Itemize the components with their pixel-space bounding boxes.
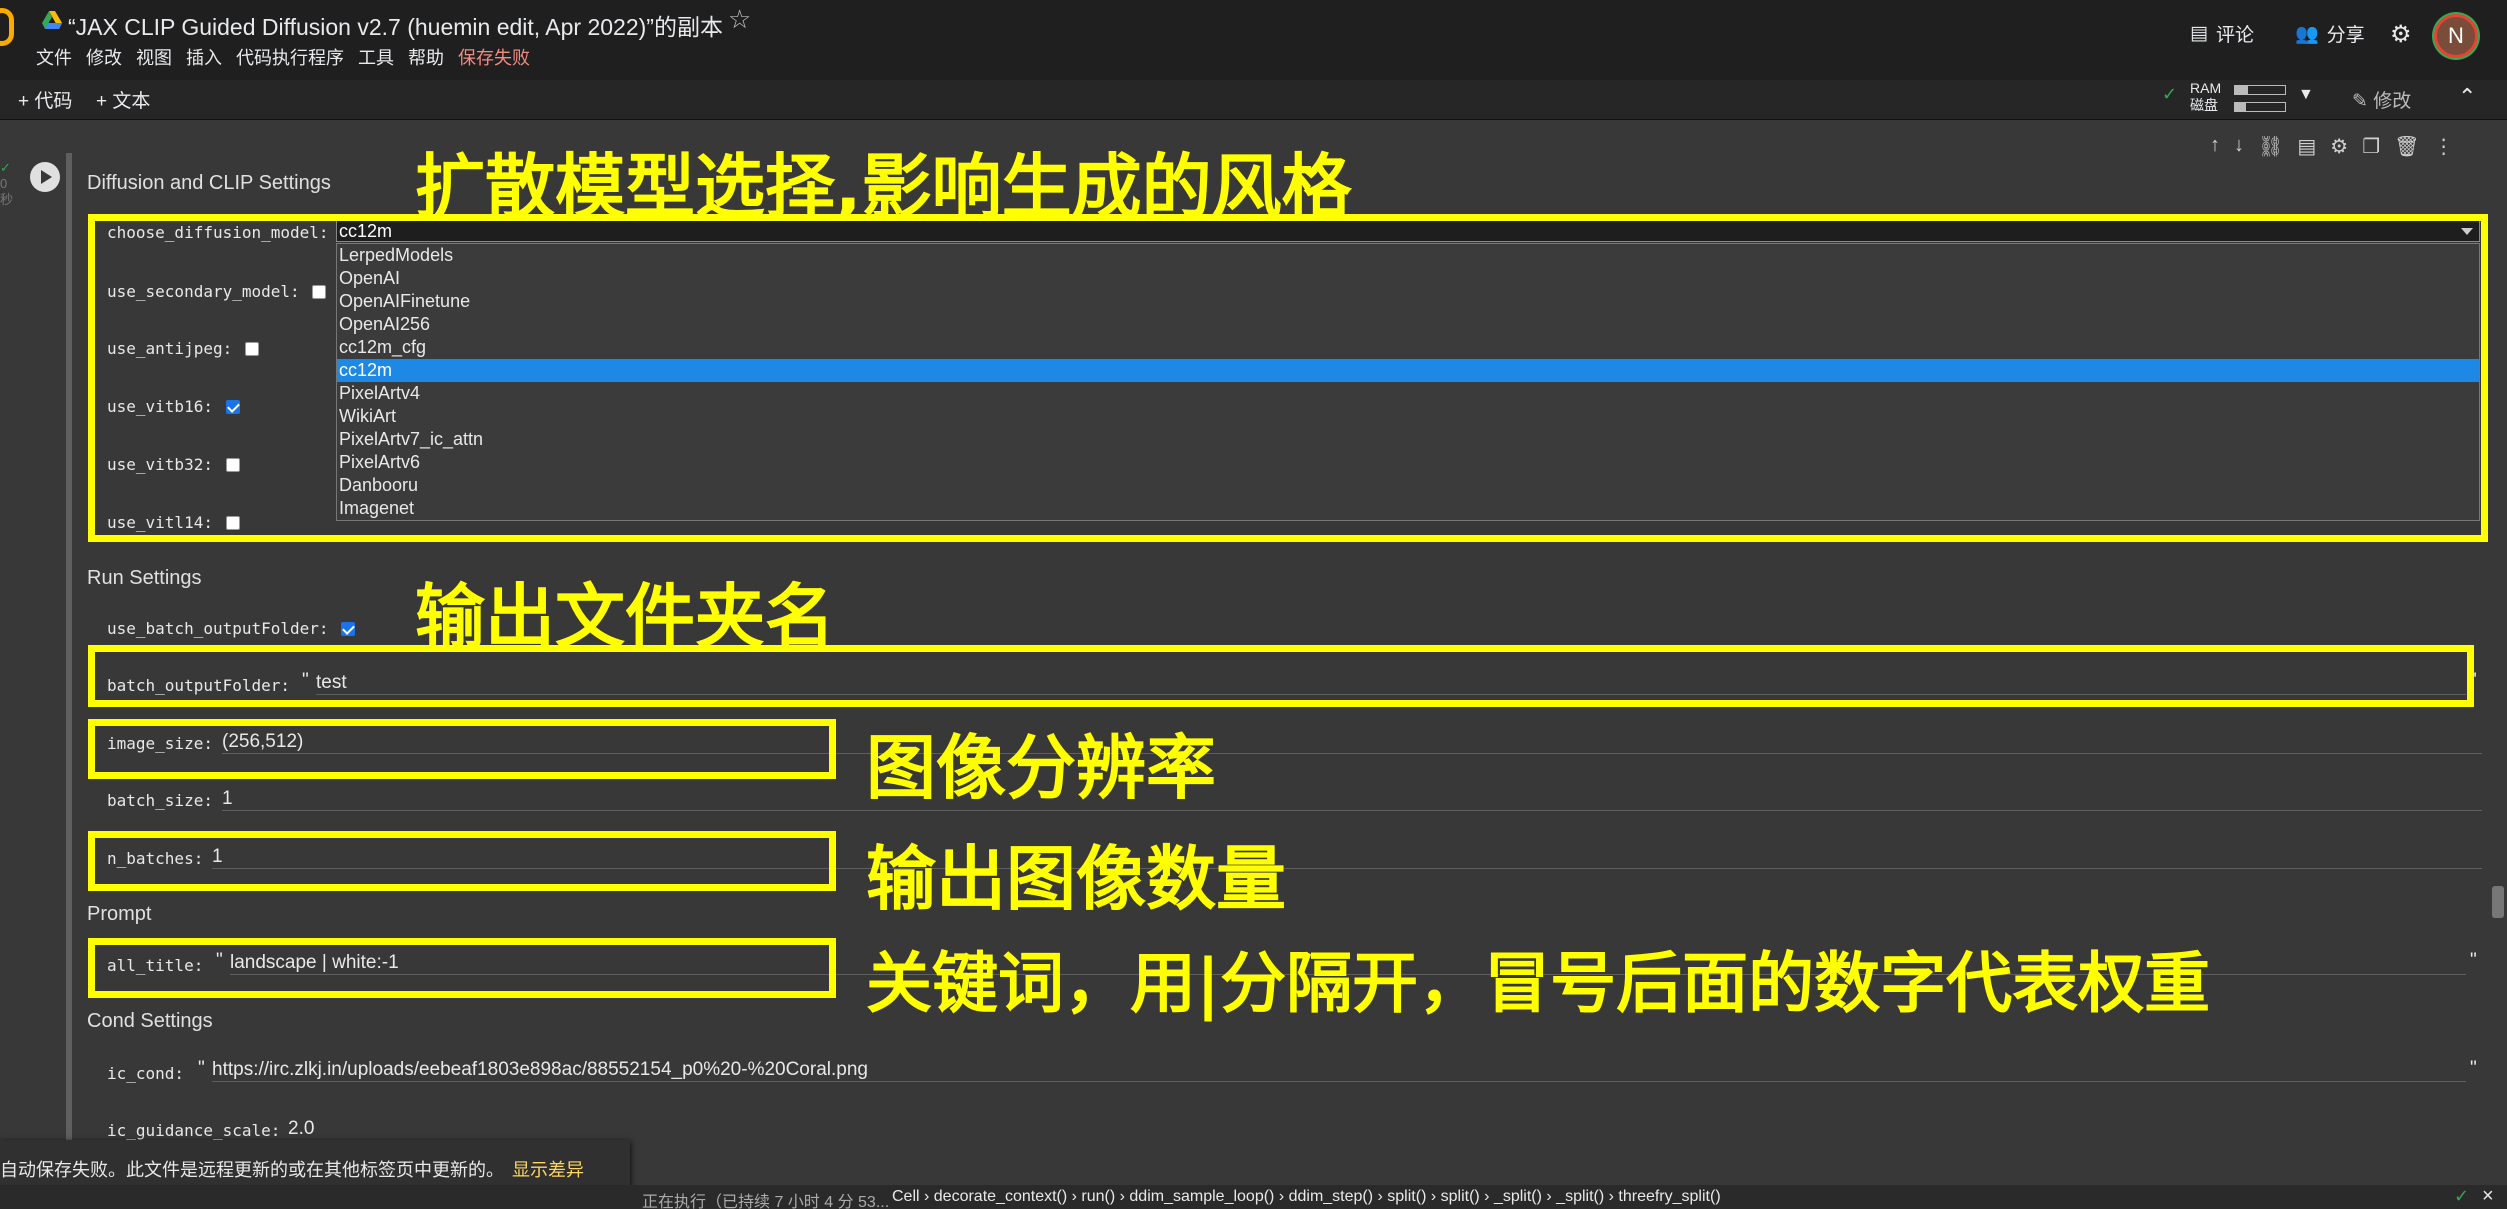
section-cond: Cond Settings	[87, 1010, 213, 1032]
label-use-batch-output-folder: use_batch_outputFolder:	[107, 619, 329, 638]
people-icon: 👥	[2295, 23, 2319, 45]
use-batch-output-folder-checkbox[interactable]	[341, 622, 355, 636]
section-diffusion: Diffusion and CLIP Settings	[87, 172, 331, 194]
toast-message: 自动保存失败。此文件是远程更新的或在其他标签页中更新的。	[0, 1160, 504, 1180]
section-run: Run Settings	[87, 567, 202, 589]
move-up-icon[interactable]: ↑	[2210, 134, 2220, 159]
menu-help[interactable]: 帮助	[408, 44, 444, 70]
menu-insert[interactable]: 插入	[186, 44, 222, 70]
comment-cell-icon[interactable]: ▤	[2297, 134, 2316, 159]
link-icon[interactable]: ⛓	[2258, 134, 2283, 159]
ic-cond-input[interactable]: https://irc.zlkj.in/uploads/eebeaf1803e8…	[212, 1059, 2466, 1082]
star-icon[interactable]: ☆	[728, 4, 751, 35]
disk-label: 磁盘	[2190, 97, 2218, 113]
open-quote: "	[198, 1058, 205, 1079]
add-code-button[interactable]: + 代码	[18, 86, 72, 113]
run-cell-button[interactable]	[30, 162, 60, 192]
ram-label: RAM	[2190, 80, 2222, 96]
gear-icon[interactable]: ⚙	[2390, 20, 2412, 49]
section-prompt: Prompt	[87, 903, 152, 925]
resource-labels[interactable]: RAM 磁盘	[2190, 80, 2221, 114]
menu-file[interactable]: 文件	[36, 44, 72, 70]
ic-guidance-scale-input[interactable]: 2.0	[288, 1118, 2482, 1140]
close-quote: "	[2470, 1058, 2477, 1079]
menu-bar: 文件 修改 视图 插入 代码执行程序 工具 帮助 保存失败	[36, 44, 544, 70]
cell-settings-icon[interactable]: ⚙	[2330, 134, 2348, 159]
delete-icon[interactable]: 🗑	[2394, 134, 2419, 159]
annotation-box-model	[88, 214, 2488, 542]
annotation-count: 输出图像数量	[866, 838, 1286, 920]
move-down-icon[interactable]: ↓	[2234, 134, 2244, 159]
colab-logo-icon[interactable]	[0, 8, 14, 46]
menu-edit[interactable]: 修改	[86, 44, 122, 70]
edit-label: 修改	[2373, 91, 2412, 112]
menu-view[interactable]: 视图	[136, 44, 172, 70]
cell-toolbar: ↑ ↓ ⛓ ▤ ⚙ ❐ 🗑 ⋮	[2210, 134, 2454, 159]
mirror-cell-icon[interactable]: ❐	[2362, 134, 2380, 159]
resources-dropdown-icon[interactable]: ▼	[2298, 86, 2314, 104]
status-ok-icon: ✓	[2454, 1186, 2470, 1206]
notebook-toolbar: + 代码 + 文本 ✓ RAM 磁盘 ▼ ✎ 修改 ⌃	[0, 80, 2507, 120]
drive-icon	[42, 11, 62, 29]
add-text-button[interactable]: + 文本	[96, 86, 150, 113]
notebook-title[interactable]: “JAX CLIP Guided Diffusion v2.7 (huemin …	[68, 8, 723, 42]
cell-exec-status: ✓ 0 秒	[0, 160, 13, 208]
share-button[interactable]: 👥 分享	[2295, 20, 2365, 47]
cell-focus-bar	[66, 153, 72, 1153]
edit-button[interactable]: ✎ 修改	[2352, 86, 2411, 113]
menu-runtime[interactable]: 代码执行程序	[236, 44, 344, 70]
close-icon[interactable]: ×	[2482, 1185, 2494, 1208]
comment-label: 评论	[2215, 25, 2254, 46]
batch-size-input[interactable]: 1	[222, 788, 2482, 811]
app-header: “JAX CLIP Guided Diffusion v2.7 (huemin …	[0, 0, 2507, 80]
show-diff-link[interactable]: 显示差异	[512, 1156, 584, 1182]
exec-time: 0	[0, 176, 8, 191]
more-icon[interactable]: ⋮	[2434, 134, 2454, 159]
collapse-header-icon[interactable]: ⌃	[2458, 84, 2476, 110]
avatar[interactable]: N	[2434, 14, 2478, 58]
menu-tools[interactable]: 工具	[358, 44, 394, 70]
annotation-folder: 输出文件夹名	[415, 576, 835, 658]
annotation-box-size	[88, 719, 836, 779]
scrollbar-thumb[interactable]	[2492, 886, 2504, 918]
share-label: 分享	[2326, 25, 2365, 46]
annotation-prompt: 关键词，用|分隔开，冒号后面的数字代表权重	[866, 945, 2211, 1022]
annotation-box-count	[88, 831, 836, 891]
close-quote: "	[2470, 950, 2477, 971]
label-batch-size: batch_size:	[107, 791, 213, 810]
ram-meter	[2234, 85, 2286, 95]
annotation-box-prompt	[88, 938, 836, 998]
annotation-model: 扩散模型选择,影响生成的风格	[415, 146, 1352, 228]
annotation-size: 图像分辨率	[866, 727, 1216, 809]
disk-meter	[2234, 102, 2286, 112]
status-bar: 正在执行（已持续 7 小时 4 分 53... Cell › decorate_…	[0, 1185, 2507, 1209]
comment-button[interactable]: ▤ 评论	[2190, 20, 2254, 47]
comment-icon: ▤	[2190, 23, 2208, 44]
execution-trace[interactable]: Cell › decorate_context() › run() › ddim…	[892, 1188, 1721, 1206]
connected-check-icon: ✓	[2162, 84, 2178, 104]
execution-status[interactable]: 正在执行（已持续 7 小时 4 分 53...	[642, 1188, 889, 1209]
save-failed-status[interactable]: 保存失败	[458, 44, 530, 70]
label-ic-guidance-scale: ic_guidance_scale:	[107, 1121, 281, 1140]
label-ic-cond: ic_cond:	[107, 1064, 185, 1083]
exec-time-unit: 秒	[0, 192, 14, 207]
exec-check-icon: ✓	[0, 160, 11, 175]
